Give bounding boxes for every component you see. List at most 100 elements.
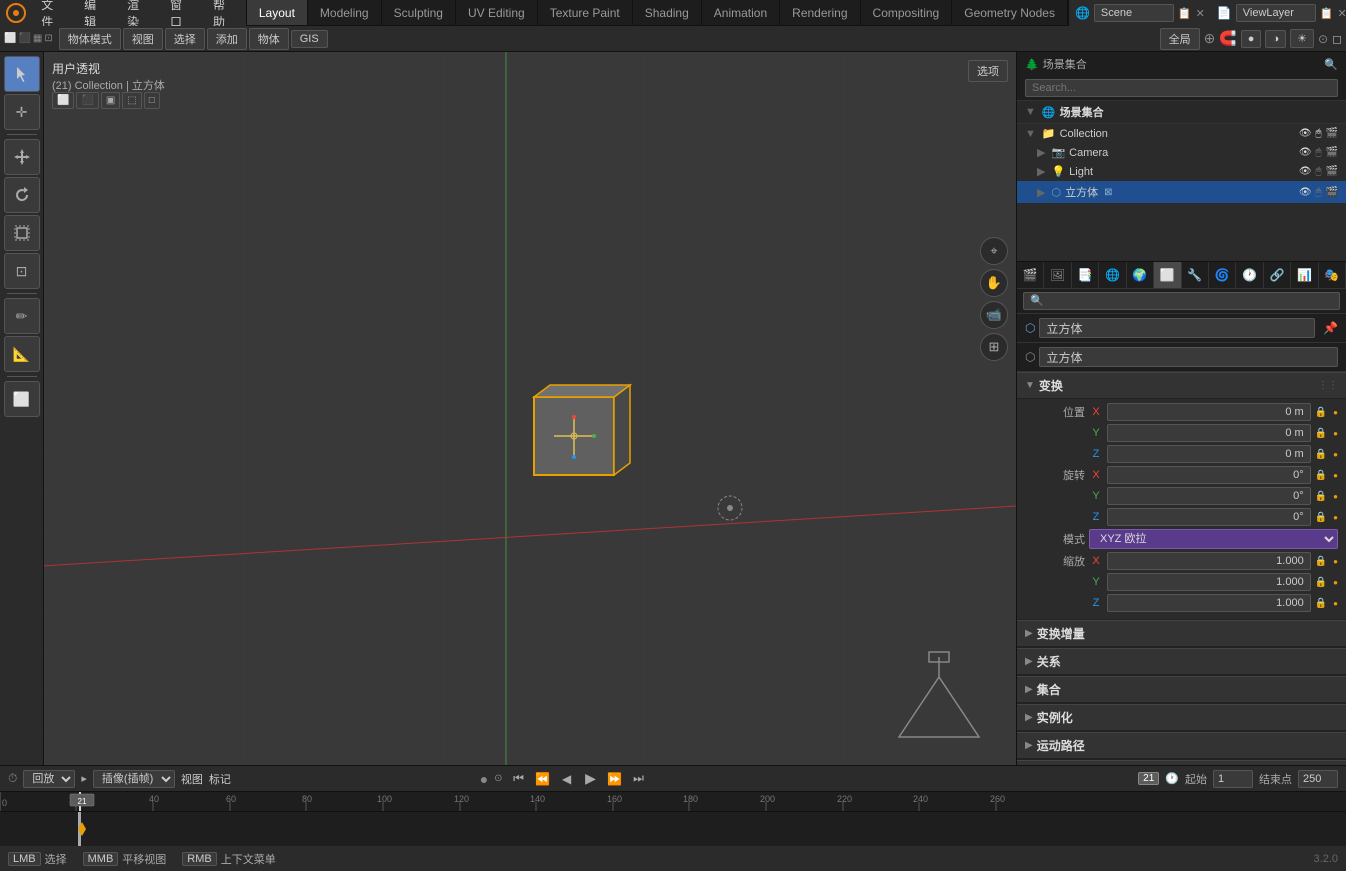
rotation-z-input[interactable] xyxy=(1107,508,1311,526)
tab-rendering[interactable]: Rendering xyxy=(780,0,860,25)
object-mode-dropdown[interactable]: 物体模式 xyxy=(59,28,121,50)
scale-y-input[interactable] xyxy=(1107,573,1311,591)
camera-visible-icon[interactable]: 👁 xyxy=(1299,147,1312,158)
timeline-ruler[interactable]: 0 20 40 60 80 100 120 140 160 180 xyxy=(0,792,1346,812)
tab-modeling[interactable]: Modeling xyxy=(308,0,382,25)
shading-solid[interactable]: ● xyxy=(1241,30,1262,48)
timeline-marker-menu[interactable]: 标记 xyxy=(209,771,231,787)
interp-dropdown[interactable]: 插像(插帧) xyxy=(93,770,175,788)
prop-physics-icon[interactable]: 🕐 xyxy=(1236,262,1263,288)
collection-expand-icon[interactable]: ▼ xyxy=(1025,128,1036,140)
toolbar-select-btn[interactable] xyxy=(4,56,40,92)
add-menu[interactable]: 添加 xyxy=(207,28,247,50)
prop-render-icon[interactable]: 🎬 xyxy=(1017,262,1044,288)
blender-logo[interactable] xyxy=(0,0,31,26)
sub-object-name-input[interactable] xyxy=(1039,347,1338,367)
instancing-header[interactable]: ▶ 实例化 xyxy=(1017,704,1346,731)
viewport[interactable]: 用户透视 (21) Collection | 立方体 选项 ⬜ ⬛ ▣ ⬚ □ xyxy=(44,52,1016,765)
select-mode-global[interactable]: 全局 xyxy=(1160,28,1200,50)
prop-world-icon[interactable]: 🌍 xyxy=(1127,262,1154,288)
light-selectable-icon[interactable]: 🖱 xyxy=(1316,166,1322,177)
select-menu[interactable]: 选择 xyxy=(165,28,205,50)
properties-search-input[interactable] xyxy=(1023,292,1340,310)
tab-texture-paint[interactable]: Texture Paint xyxy=(538,0,633,25)
pan-btn[interactable]: ✋ xyxy=(980,269,1008,297)
menu-render[interactable]: 渲染 xyxy=(117,0,160,26)
tab-compositing[interactable]: Compositing xyxy=(861,0,953,25)
toolbar-add-btn[interactable]: ⬜ xyxy=(4,381,40,417)
outliner-filter-icon[interactable]: 🔍 xyxy=(1324,58,1338,71)
viewport-display-btn[interactable]: ⊞ xyxy=(980,333,1008,361)
scale-z-input[interactable] xyxy=(1107,594,1311,612)
motion-paths-header[interactable]: ▶ 运动路径 xyxy=(1017,732,1346,759)
tab-shading[interactable]: Shading xyxy=(633,0,702,25)
viewlayer-delete-icon[interactable]: ✕ xyxy=(1337,7,1346,20)
shading-rendered[interactable]: ☀ xyxy=(1290,29,1314,48)
rotation-mode-dropdown[interactable]: XYZ 欧拉 xyxy=(1089,529,1338,549)
cube-render-icon[interactable]: 🎬 xyxy=(1326,187,1338,198)
relations-header[interactable]: ▶ 关系 xyxy=(1017,648,1346,675)
start-frame-input[interactable] xyxy=(1213,770,1253,788)
gis-menu[interactable]: GIS xyxy=(291,30,328,48)
position-x-input[interactable] xyxy=(1107,403,1311,421)
scene-copy-icon[interactable]: 📋 xyxy=(1178,7,1192,20)
overlay-icon[interactable]: ⊙ xyxy=(1318,32,1328,46)
view-menu[interactable]: 视图 xyxy=(123,28,163,50)
tab-animation[interactable]: Animation xyxy=(702,0,780,25)
outliner-item-light[interactable]: ▶ 💡 Light 👁 🖱 🎬 xyxy=(1017,162,1346,181)
light-visible-icon[interactable]: 👁 xyxy=(1299,166,1312,177)
transform-menu-icon[interactable]: ⋮⋮ xyxy=(1318,380,1338,391)
menu-help[interactable]: 帮助 xyxy=(203,0,246,26)
toolbar-measure-btn[interactable]: 📐 xyxy=(4,336,40,372)
goto-end-btn[interactable]: ⏭ xyxy=(629,769,649,789)
prop-material-icon[interactable]: 🎭 xyxy=(1319,262,1346,288)
collection-render-icon[interactable]: 🎬 xyxy=(1326,128,1338,139)
scale-x-lock[interactable]: 🔒 xyxy=(1315,556,1327,567)
scale-z-lock[interactable]: 🔒 xyxy=(1315,598,1327,609)
toolbar-transform-btn[interactable]: ⊡ xyxy=(4,253,40,289)
menu-edit[interactable]: 编辑 xyxy=(74,0,117,26)
position-y-lock[interactable]: 🔒 xyxy=(1315,428,1327,439)
outliner-item-cube[interactable]: ▶ ⬡ 立方体 ⊠ 👁 🖱 🎬 xyxy=(1017,181,1346,203)
rotation-x-input[interactable] xyxy=(1107,466,1311,484)
menu-window[interactable]: 窗口 xyxy=(160,0,203,26)
step-forward-btn[interactable]: ⏩ xyxy=(605,769,625,789)
prop-modifier-icon[interactable]: 🔧 xyxy=(1182,262,1209,288)
zoom-to-fit-btn[interactable]: ⌖ xyxy=(980,237,1008,265)
prop-scene-icon[interactable]: 🌐 xyxy=(1099,262,1126,288)
object-name-input[interactable] xyxy=(1039,318,1315,338)
step-back-btn[interactable]: ⏪ xyxy=(533,769,553,789)
prop-output-icon[interactable]: 🖼 xyxy=(1044,262,1071,288)
collections-header[interactable]: ▶ 集合 xyxy=(1017,676,1346,703)
light-render-icon[interactable]: 🎬 xyxy=(1326,166,1338,177)
outliner-item-camera[interactable]: ▶ 📷 Camera 👁 🖱 🎬 xyxy=(1017,143,1346,162)
collection-visible-icon[interactable]: 👁 xyxy=(1299,128,1312,139)
timeline-view-menu[interactable]: 视图 xyxy=(181,771,203,787)
cube-expand-icon[interactable]: ▶ xyxy=(1037,186,1045,199)
scene-expand-icon[interactable]: ▼ xyxy=(1025,106,1036,118)
scale-x-input[interactable] xyxy=(1107,552,1311,570)
camera-render-icon[interactable]: 🎬 xyxy=(1326,147,1338,158)
pin-icon[interactable]: 📌 xyxy=(1323,321,1338,335)
rotation-y-lock[interactable]: 🔒 xyxy=(1315,491,1327,502)
play-btn[interactable]: ▶ xyxy=(581,769,601,789)
xray-icon[interactable]: ◻ xyxy=(1332,32,1342,46)
rotation-y-input[interactable] xyxy=(1107,487,1311,505)
cube-visible-icon[interactable]: 👁 xyxy=(1299,187,1312,198)
scene-delete-icon[interactable]: ✕ xyxy=(1196,7,1205,20)
outliner-item-collection[interactable]: ▼ 📁 Collection 👁 🖱 🎬 xyxy=(1017,124,1346,143)
transform-section-header[interactable]: ▼ 变换 ⋮⋮ xyxy=(1017,372,1346,399)
position-x-lock[interactable]: 🔒 xyxy=(1315,407,1327,418)
rotation-z-lock[interactable]: 🔒 xyxy=(1315,512,1327,523)
prop-object-icon[interactable]: ⬜ xyxy=(1154,262,1181,288)
tab-layout[interactable]: Layout xyxy=(247,0,308,25)
end-frame-input[interactable] xyxy=(1298,770,1338,788)
tab-sculpting[interactable]: Sculpting xyxy=(382,0,456,25)
object-menu[interactable]: 物体 xyxy=(249,28,289,50)
prop-particles-icon[interactable]: 🌀 xyxy=(1209,262,1236,288)
light-expand-icon[interactable]: ▶ xyxy=(1037,165,1045,178)
camera-expand-icon[interactable]: ▶ xyxy=(1037,146,1045,159)
cube-selectable-icon[interactable]: 🖱 xyxy=(1316,187,1322,198)
position-z-lock[interactable]: 🔒 xyxy=(1315,449,1327,460)
play-back-btn[interactable]: ◀ xyxy=(557,769,577,789)
